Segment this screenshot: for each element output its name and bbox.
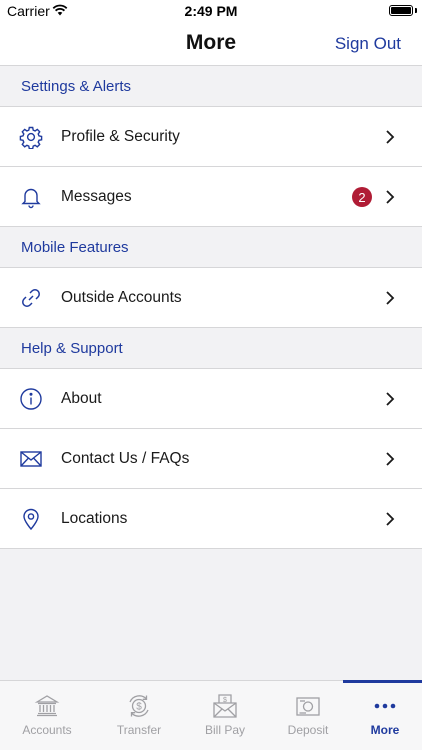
section-header-mobile-features: Mobile Features [0, 227, 422, 268]
row-about[interactable]: About [0, 369, 422, 429]
tab-label: Accounts [22, 723, 72, 737]
chevron-right-icon [383, 190, 397, 204]
envelope-icon [19, 447, 43, 471]
row-label: Outside Accounts [61, 288, 182, 306]
battery-icon [389, 5, 413, 16]
info-icon [19, 387, 43, 411]
section-header-settings: Settings & Alerts [0, 66, 422, 107]
row-outside-accounts[interactable]: Outside Accounts [0, 268, 422, 328]
row-contact-us-faqs[interactable]: Contact Us / FAQs [0, 429, 422, 489]
navigation-bar: More Sign Out [0, 22, 422, 66]
row-label: Profile & Security [61, 127, 180, 145]
tab-transfer[interactable]: $ Transfer [97, 681, 181, 750]
bank-icon [34, 693, 60, 719]
tab-label: More [370, 723, 400, 737]
tab-label: Deposit [287, 723, 329, 737]
ellipsis-icon [372, 693, 398, 719]
chevron-right-icon [383, 130, 397, 144]
chevron-right-icon [383, 291, 397, 305]
tab-accounts[interactable]: Accounts [5, 681, 89, 750]
chevron-right-icon [383, 392, 397, 406]
deposit-icon [295, 693, 321, 719]
tab-more[interactable]: More [343, 680, 422, 750]
row-label: About [61, 389, 102, 407]
row-locations[interactable]: Locations [0, 489, 422, 549]
bell-icon [19, 185, 43, 209]
bill-icon: $ [212, 693, 238, 719]
row-label: Messages [61, 187, 132, 205]
tab-bar: Accounts $ Transfer $ Bill Pay Deposit M… [0, 680, 422, 750]
battery-cap [415, 8, 417, 13]
active-tab-indicator [343, 680, 422, 683]
svg-text:$: $ [136, 702, 142, 713]
row-label: Contact Us / FAQs [61, 449, 190, 467]
transfer-icon: $ [126, 693, 152, 719]
row-profile-security[interactable]: Profile & Security [0, 107, 422, 167]
settings-list: Settings & Alerts Profile & Security Mes… [0, 66, 422, 549]
clock: 2:49 PM [184, 3, 238, 19]
svg-text:$: $ [223, 697, 227, 704]
location-pin-icon [19, 507, 43, 531]
chevron-right-icon [383, 512, 397, 526]
tab-label: Transfer [116, 723, 162, 737]
gear-icon [19, 125, 43, 150]
row-label: Locations [61, 509, 128, 527]
chevron-right-icon [383, 452, 397, 466]
tab-label: Bill Pay [204, 723, 245, 737]
row-messages[interactable]: Messages 2 [0, 167, 422, 227]
sign-out-button[interactable]: Sign Out [335, 34, 401, 54]
status-bar: Carrier 2:49 PM [0, 0, 422, 22]
section-header-help-support: Help & Support [0, 328, 422, 369]
tab-bill-pay[interactable]: $ Bill Pay [183, 681, 267, 750]
tab-deposit[interactable]: Deposit [266, 681, 350, 750]
link-icon [19, 286, 43, 310]
unread-count-badge: 2 [352, 187, 372, 207]
